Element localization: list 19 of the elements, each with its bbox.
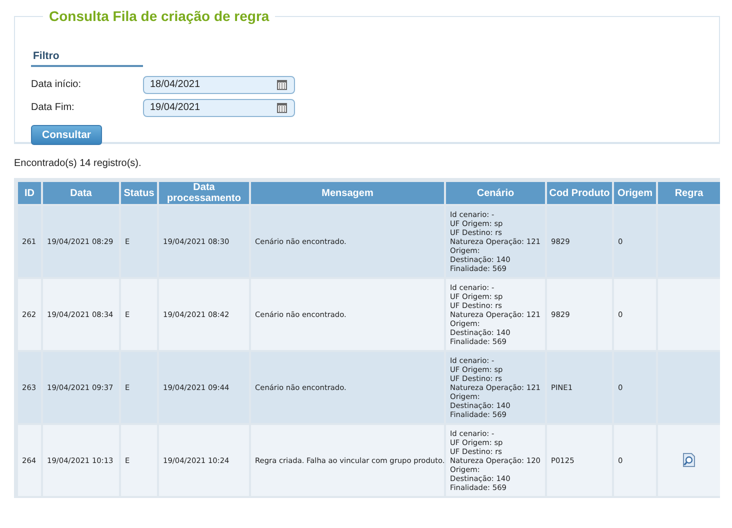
- column-header: Data processamento: [159, 182, 249, 204]
- field-label: Data Fim:: [31, 102, 76, 113]
- column-header: Mensagem: [251, 182, 444, 204]
- result-count: Encontrado(s) 14 registro(s).: [14, 158, 142, 171]
- filter-heading: Filtro: [31, 50, 143, 67]
- date-field[interactable]: 18/04/2021: [143, 76, 295, 94]
- column-header: Data: [43, 182, 119, 204]
- page-title: Consulta Fila de criação de regra: [48, 8, 270, 24]
- column-header: Origem: [614, 182, 656, 204]
- date-field[interactable]: 19/04/2021: [143, 98, 295, 116]
- calendar-icon[interactable]: [277, 102, 287, 112]
- column-header: Status: [121, 182, 157, 204]
- magnifier-icon[interactable]: [682, 452, 696, 466]
- field-label: Data início:: [31, 79, 82, 90]
- column-header: Regra: [658, 182, 720, 204]
- column-header: ID: [18, 182, 41, 204]
- column-header: Cenário: [446, 182, 545, 204]
- calendar-icon[interactable]: [277, 80, 287, 90]
- column-header: Cod Produto: [547, 182, 612, 204]
